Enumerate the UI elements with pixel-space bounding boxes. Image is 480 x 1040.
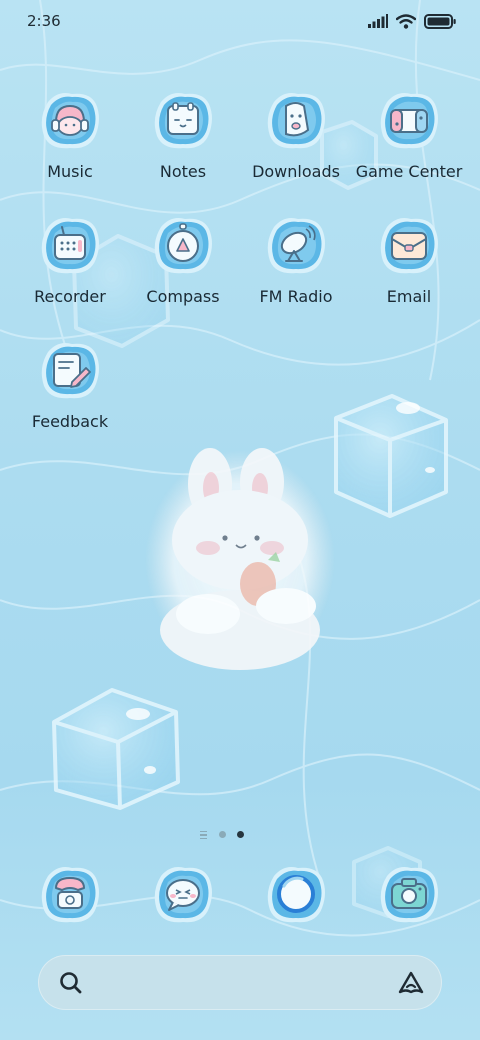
search-bar[interactable]: [38, 955, 442, 1010]
assistant-icon[interactable]: [396, 968, 426, 998]
wifi-icon: [396, 13, 416, 29]
camera-icon: [380, 867, 438, 923]
downloads-icon: [267, 93, 325, 149]
status-bar: 2:36: [0, 0, 480, 44]
battery-icon: [424, 13, 456, 29]
email-icon: [380, 218, 438, 274]
app-label: Music: [47, 162, 93, 181]
fm-radio-icon: [267, 218, 325, 274]
search-icon[interactable]: [58, 970, 84, 996]
page-dot-2[interactable]: [219, 831, 226, 838]
game-center-icon: [380, 93, 438, 149]
browser-icon: [267, 867, 325, 923]
app-label: Compass: [146, 287, 220, 306]
feed-page-indicator-icon[interactable]: [200, 831, 208, 841]
app-label: Game Center: [355, 162, 463, 181]
recorder-icon: [41, 218, 99, 274]
status-icons: [368, 11, 456, 31]
music-icon: [41, 93, 99, 149]
app-label: FM Radio: [259, 287, 333, 306]
notes-icon: [154, 93, 212, 149]
status-time: 2:36: [27, 12, 61, 30]
app-label: Email: [386, 287, 432, 306]
feedback-icon: [41, 343, 99, 399]
page-indicator[interactable]: [200, 829, 260, 841]
phone-icon: [41, 867, 99, 923]
page-dot-3-active[interactable]: [237, 831, 244, 838]
messages-icon: [154, 867, 212, 923]
app-label: Feedback: [31, 412, 109, 431]
app-label: Notes: [159, 162, 207, 181]
compass-icon: [154, 218, 212, 274]
signal-icon: [368, 14, 388, 28]
app-label: Downloads: [252, 162, 340, 181]
app-label: Recorder: [34, 287, 106, 306]
